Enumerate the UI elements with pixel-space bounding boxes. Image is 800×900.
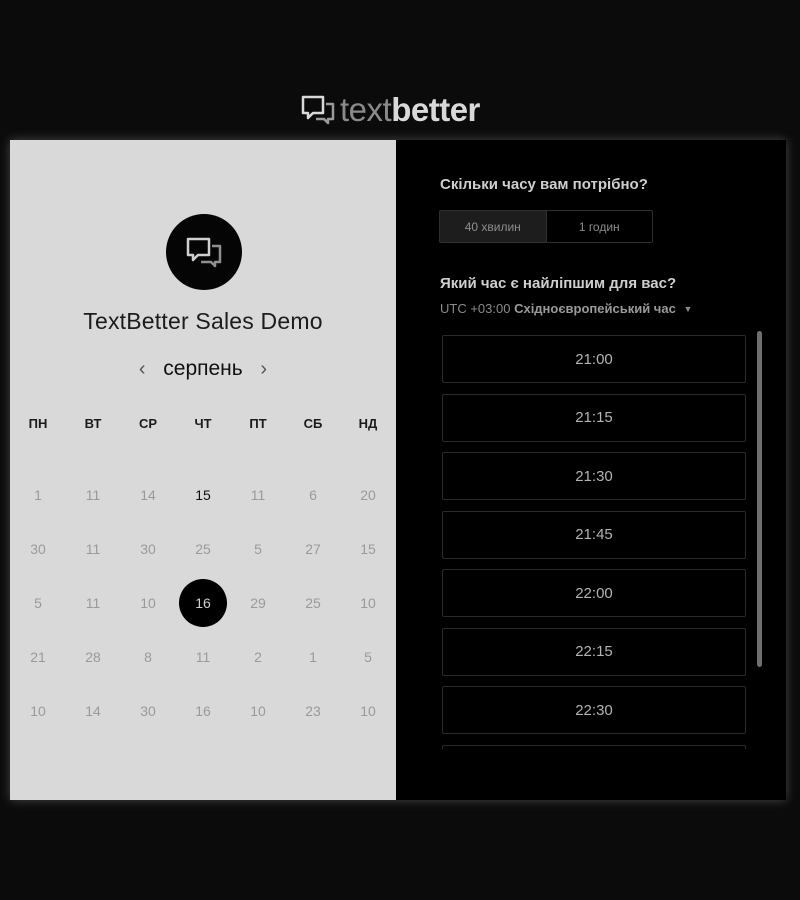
month-label: серпень [163,357,243,380]
weekday-label: ЧТ [194,416,212,431]
calendar-day[interactable]: 16 [179,687,227,735]
next-month-chevron-icon[interactable]: › [257,358,271,381]
duration-option-40min[interactable]: 40 хвилин [440,211,546,242]
calendar-day[interactable]: 11 [179,633,227,681]
calendar-day[interactable]: 11 [234,471,282,519]
calendar-day[interactable]: 11 [69,525,117,573]
calendar-day[interactable]: 5 [234,525,282,573]
calendar-day[interactable]: 5 [14,579,62,627]
timezone-selector[interactable]: UTC +03:00 Східноєвропейський час ▼ [440,301,692,316]
time-slot-button[interactable]: 21:30 [442,452,746,500]
calendar-day[interactable]: 10 [344,579,392,627]
calendar-day[interactable]: 10 [124,579,172,627]
calendar-day[interactable]: 25 [179,525,227,573]
calendar-day[interactable]: 10 [344,687,392,735]
time-slot-button[interactable] [442,744,746,749]
prev-month-chevron-icon[interactable]: ‹ [135,358,149,381]
avatar [166,214,242,290]
time-slot-button[interactable]: 22:00 [442,569,746,617]
weekday-label: ВТ [84,416,102,431]
calendar-day[interactable]: 8 [124,633,172,681]
duration-selector: 40 хвилин 1 годин [439,210,653,243]
time-slot-button[interactable]: 21:45 [442,510,746,559]
weekday-label: ПТ [249,416,267,431]
calendar-day[interactable]: 30 [14,525,62,573]
calendar-day[interactable]: 29 [234,579,282,627]
time-panel: Скільки часу вам потрібно? 40 хвилин 1 г… [396,140,786,800]
calendar-panel: TextBetter Sales Demo ‹ серпень › ПН ВТ СР… [10,140,396,800]
calendar-day[interactable]: 25 [289,579,337,627]
textbetter-logo: textbetter [300,92,480,128]
timezone-offset: UTC +03:00 [440,301,511,316]
calendar-day[interactable]: 15 [344,525,392,573]
time-slot-button[interactable]: 22:30 [442,686,746,734]
calendar-day[interactable]: 5 [344,633,392,681]
calendar-day[interactable]: 28 [69,633,117,681]
calendar-day[interactable]: 14 [124,471,172,519]
logo-wordmark: textbetter [340,92,480,128]
calendar-day[interactable]: 11 [69,579,117,627]
scrollbar-thumb[interactable] [757,331,762,667]
time-slot-button[interactable]: 22:15 [442,627,746,676]
chat-bubbles-icon [186,237,222,268]
weekday-label: СБ [303,416,323,431]
logo-text-light: text [340,91,392,128]
calendar-day-selected[interactable]: 16 [179,579,227,627]
duration-option-1h[interactable]: 1 годин [545,211,653,242]
calendar-day[interactable]: 1 [289,633,337,681]
calendar-day[interactable]: 15 [179,471,227,519]
calendar-day[interactable]: 30 [124,525,172,573]
time-question: Який час є найліпшим для вас? [440,275,677,292]
timezone-name: Східноєвропейський час [514,301,676,316]
calendar-day[interactable]: 30 [124,687,172,735]
calendar-day[interactable]: 10 [234,687,282,735]
calendar-day[interactable]: 14 [69,687,117,735]
calendar-day[interactable]: 11 [69,471,117,519]
weekday-label: НД [358,416,378,431]
month-navigation: ‹ серпень › [10,354,396,384]
caret-down-icon: ▼ [683,304,693,314]
logo-text-bold: better [391,91,480,128]
calendar-day[interactable]: 1 [14,471,62,519]
chat-bubbles-icon [301,95,335,125]
calendar-day[interactable]: 10 [14,687,62,735]
weekday-label: СР [138,416,158,431]
calendar-day[interactable]: 20 [344,471,392,519]
calendar-day[interactable]: 21 [14,633,62,681]
time-slot-list: 21:00 21:15 21:30 21:45 22:00 22:15 22:30 [442,335,748,749]
event-title: TextBetter Sales Demo [83,308,323,334]
time-slot-button[interactable]: 21:15 [442,393,746,442]
weekday-label: ПН [28,416,48,431]
duration-question: Скільки часу вам потрібно? [440,176,648,193]
calendar-day[interactable]: 6 [289,471,337,519]
time-slot-button[interactable]: 21:00 [442,335,746,383]
calendar-day[interactable]: 27 [289,525,337,573]
calendar-day[interactable]: 23 [289,687,337,735]
calendar-day[interactable]: 2 [234,633,282,681]
booking-card: TextBetter Sales Demo ‹ серпень › ПН ВТ СР… [10,140,786,800]
